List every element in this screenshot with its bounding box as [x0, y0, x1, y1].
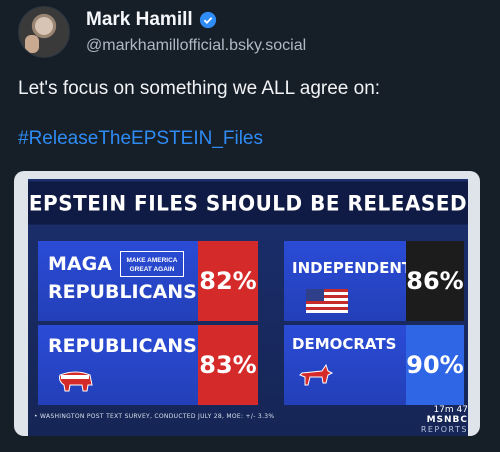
display-name[interactable]: Mark Hamill [86, 9, 193, 31]
panel-democrats: DEMOCRATS 90% [284, 325, 464, 405]
source-note: • WASHINGTON POST TEXT SURVEY, CONDUCTED… [34, 413, 275, 420]
network-logo: 17m 47 MSNBC REPORTS [414, 405, 468, 436]
maga-badge: MAKE AMERICA GREAT AGAIN [120, 251, 184, 277]
post-text: Let's focus on something we ALL agree on… [18, 78, 381, 99]
reports-text: REPORTS [420, 425, 468, 434]
republicans-percent: 83% [198, 325, 258, 405]
republicans-panel-label: REPUBLICANS [48, 335, 197, 357]
panel-republicans: REPUBLICANS 83% [38, 325, 258, 405]
verified-icon [199, 11, 216, 29]
donkey-icon [299, 363, 334, 386]
handle[interactable]: @markhamillofficial.bsky.social [86, 37, 306, 55]
post-header: Mark Hamill @markhamillofficial.bsky.soc… [18, 6, 306, 58]
timer-text: 17m 47 [433, 405, 468, 415]
panel-independents: INDEPENDENTS 86% [284, 241, 464, 321]
maga-label: MAGA [48, 253, 112, 275]
brand-text: MSNBC [426, 415, 468, 425]
graphic-title: EPSTEIN FILES SHOULD BE RELEASED [28, 181, 468, 225]
republicans-label: REPUBLICANS [48, 281, 197, 303]
independents-percent: 86% [406, 241, 464, 321]
independents-label: INDEPENDENTS [292, 259, 423, 277]
democrats-label: DEMOCRATS [292, 335, 397, 353]
author-info: Mark Hamill @markhamillofficial.bsky.soc… [86, 9, 306, 55]
name-row: Mark Hamill [86, 9, 306, 31]
panel-maga-republicans: MAGA MAKE AMERICA GREAT AGAIN REPUBLICAN… [38, 241, 258, 321]
hashtag-link[interactable]: #ReleaseTheEPSTEIN_Files [18, 128, 263, 150]
post-image[interactable]: EPSTEIN FILES SHOULD BE RELEASED MAGA MA… [14, 171, 480, 436]
elephant-icon [59, 371, 93, 392]
tv-graphic: EPSTEIN FILES SHOULD BE RELEASED MAGA MA… [28, 179, 468, 436]
avatar[interactable] [18, 6, 70, 58]
democrats-percent: 90% [406, 325, 464, 405]
maga-percent: 82% [198, 241, 258, 321]
flag-icon [306, 289, 348, 313]
